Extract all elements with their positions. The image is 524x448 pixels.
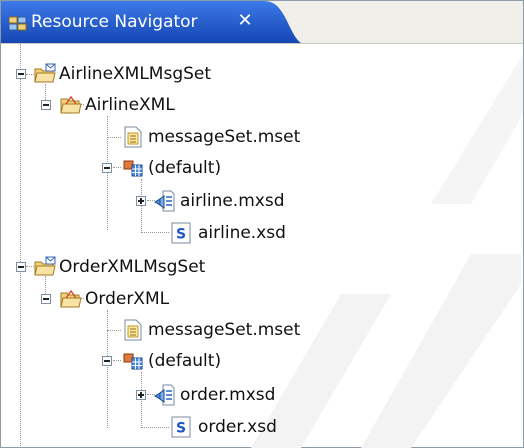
close-icon[interactable]: ✕ bbox=[235, 10, 255, 32]
namespace-label: (default) bbox=[148, 158, 222, 178]
xsd-file-label: airline.xsd bbox=[198, 223, 286, 243]
resource-navigator-icon bbox=[9, 16, 27, 31]
tree-node-airline-xsd[interactable]: S airline.xsd bbox=[1, 220, 301, 246]
mset-file-icon bbox=[124, 126, 142, 148]
tab-resource-navigator[interactable]: Resource Navigator ✕ bbox=[1, 1, 301, 43]
mset-file-label: messageSet.mset bbox=[148, 127, 301, 147]
messageset-label: AirlineXML bbox=[85, 95, 175, 115]
collapse-toggle[interactable] bbox=[41, 294, 51, 304]
tree-node-order-xsd[interactable]: S order.xsd bbox=[1, 414, 301, 440]
mset-file-label: messageSet.mset bbox=[148, 320, 301, 340]
expand-toggle[interactable] bbox=[136, 196, 146, 206]
message-set-folder-icon bbox=[60, 289, 82, 308]
message-set-project-icon bbox=[34, 256, 56, 276]
collapse-toggle[interactable] bbox=[102, 356, 112, 366]
tree-node-order-mxsd[interactable]: order.mxsd bbox=[1, 382, 301, 408]
collapse-toggle[interactable] bbox=[16, 262, 26, 272]
resource-tree: AirlineXMLMsgSet AirlineXML messageSet.m… bbox=[1, 44, 523, 448]
xsd-file-icon: S bbox=[171, 222, 191, 244]
collapse-toggle[interactable] bbox=[41, 100, 51, 110]
collapse-toggle[interactable] bbox=[16, 69, 26, 79]
tree-node-airline-mset[interactable]: messageSet.mset bbox=[1, 124, 301, 150]
tree-node-order-project[interactable]: OrderXMLMsgSet bbox=[1, 254, 301, 280]
view-title: Resource Navigator bbox=[31, 12, 198, 32]
tree-node-airline-mxsd[interactable]: airline.mxsd bbox=[1, 188, 301, 214]
mxsd-file-icon bbox=[154, 190, 175, 212]
expand-toggle[interactable] bbox=[136, 390, 146, 400]
message-set-project-icon bbox=[34, 63, 56, 83]
namespace-label: (default) bbox=[148, 351, 222, 371]
tree-node-airline-messageset[interactable]: AirlineXML bbox=[1, 92, 301, 118]
mset-file-icon bbox=[124, 319, 142, 341]
mxsd-file-icon bbox=[154, 384, 175, 406]
project-label: OrderXMLMsgSet bbox=[59, 257, 206, 277]
resource-navigator-view: Resource Navigator ✕ AirlineXMLMsgSet Ai… bbox=[0, 0, 524, 448]
message-set-folder-icon bbox=[60, 95, 82, 114]
mxsd-file-label: order.mxsd bbox=[180, 385, 276, 405]
namespace-icon bbox=[123, 160, 143, 177]
namespace-icon bbox=[123, 353, 143, 370]
messageset-label: OrderXML bbox=[85, 289, 170, 309]
tree-node-airline-project[interactable]: AirlineXMLMsgSet bbox=[1, 61, 301, 87]
view-tab-bar: Resource Navigator ✕ bbox=[1, 1, 523, 44]
collapse-toggle[interactable] bbox=[102, 163, 112, 173]
tree-node-order-messageset[interactable]: OrderXML bbox=[1, 286, 301, 312]
tree-node-order-namespace[interactable]: (default) bbox=[1, 348, 301, 374]
tree-node-order-mset[interactable]: messageSet.mset bbox=[1, 317, 301, 343]
svg-text:S: S bbox=[176, 421, 186, 437]
mxsd-file-label: airline.mxsd bbox=[180, 191, 285, 211]
project-label: AirlineXMLMsgSet bbox=[59, 64, 212, 84]
tree-node-airline-namespace[interactable]: (default) bbox=[1, 155, 301, 181]
svg-text:S: S bbox=[176, 227, 186, 243]
xsd-file-label: order.xsd bbox=[198, 417, 277, 437]
xsd-file-icon: S bbox=[171, 416, 191, 438]
